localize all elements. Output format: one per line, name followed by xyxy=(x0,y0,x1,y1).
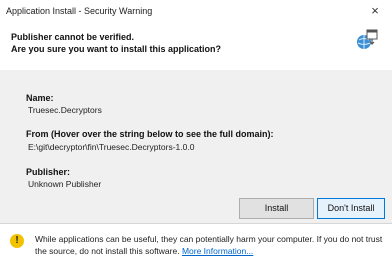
more-information-link[interactable]: More Information... xyxy=(182,246,253,256)
warning-message: While applications can be useful, they c… xyxy=(35,233,387,257)
close-button[interactable]: × xyxy=(366,2,384,20)
title-bar: Application Install - Security Warning × xyxy=(0,0,392,24)
dont-install-button[interactable]: Don't Install xyxy=(317,198,385,219)
install-question-text: Are you sure you want to install this ap… xyxy=(11,44,222,54)
publisher-value: Unknown Publisher xyxy=(28,179,102,189)
warning-header: Publisher cannot be verified. Are you su… xyxy=(0,24,392,70)
publisher-warning-text: Publisher cannot be verified. xyxy=(11,32,135,42)
from-label: From (Hover over the string below to see… xyxy=(26,129,274,139)
install-button[interactable]: Install xyxy=(239,198,314,219)
from-value[interactable]: E:\git\decryptor\fin\Truesec.Decryptors-… xyxy=(28,142,194,152)
application-install-icon xyxy=(357,29,378,49)
name-value: Truesec.Decryptors xyxy=(28,105,102,115)
footer-warning: ! While applications can be useful, they… xyxy=(0,225,392,265)
warning-icon: ! xyxy=(10,234,24,248)
publisher-label: Publisher: xyxy=(26,167,71,177)
window-title: Application Install - Security Warning xyxy=(6,6,153,16)
name-label: Name: xyxy=(26,93,54,103)
